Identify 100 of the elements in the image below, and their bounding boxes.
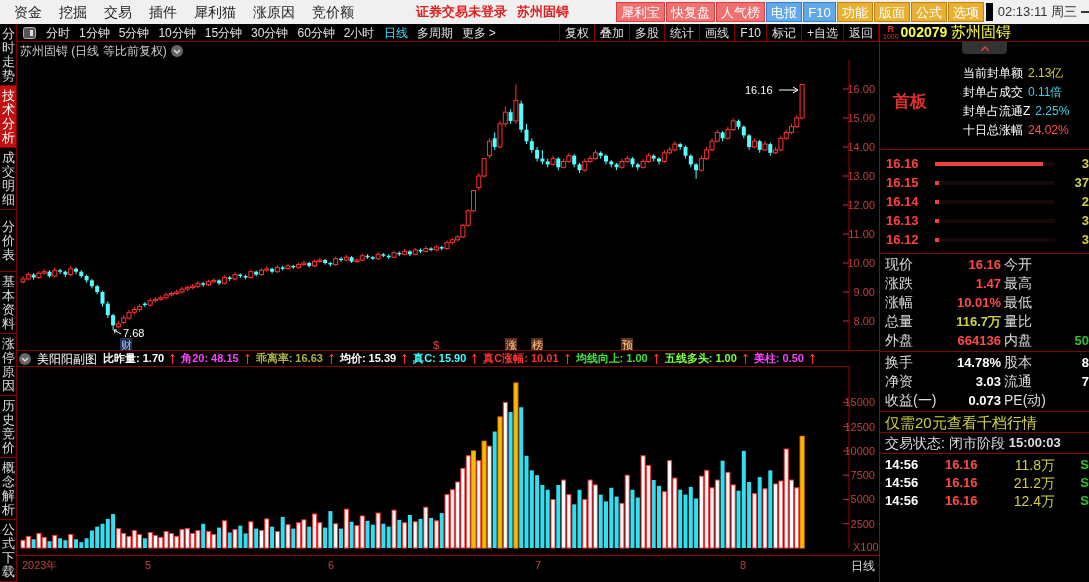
- bid-volume: 3: [1081, 211, 1089, 230]
- quote-label: 股本: [1004, 353, 1032, 372]
- side-tab[interactable]: 基本资料: [0, 272, 16, 334]
- tool-button[interactable]: 统计: [665, 23, 701, 42]
- menu-item[interactable]: 犀利猫: [194, 1, 236, 23]
- axis-label: 10000: [844, 444, 875, 457]
- bid-volume: 3: [1081, 154, 1089, 173]
- axis-label: 8.00: [853, 315, 875, 327]
- menu-item[interactable]: 挖掘: [59, 1, 87, 23]
- stat-label: 当前封单额: [963, 65, 1023, 82]
- trade-price: 16.16: [945, 474, 979, 493]
- event-marker[interactable]: $: [433, 338, 440, 350]
- stat-label: 封单占流通Z: [963, 103, 1031, 120]
- side-tab[interactable]: 分价表: [0, 210, 16, 272]
- quote-value: 16.16: [967, 255, 1001, 274]
- event-marker[interactable]: 榜: [531, 338, 543, 350]
- status-time: 15:00:03: [1008, 434, 1061, 453]
- quote-value: 0.073: [967, 391, 1001, 410]
- period-tab[interactable]: 1分钟: [79, 23, 110, 42]
- stat-value: 2.25%: [1035, 103, 1070, 120]
- bid-volume: 37: [1074, 173, 1089, 192]
- quote-value: 50: [1074, 331, 1089, 350]
- bid-volume: 2: [1081, 192, 1089, 211]
- period-tab[interactable]: 15分钟: [204, 23, 243, 42]
- period-tab[interactable]: 2小时: [343, 23, 375, 42]
- axis-label: 10.00: [847, 257, 875, 269]
- indicator-value: 均价: 15.39: [339, 351, 397, 367]
- menu-item[interactable]: 竞价额: [312, 1, 354, 23]
- tool-button[interactable]: 返回: [844, 23, 879, 42]
- event-marker[interactable]: 财: [120, 338, 132, 350]
- period-tab[interactable]: 多周期: [416, 23, 453, 42]
- tool-button[interactable]: 复权: [560, 23, 596, 42]
- period-tab[interactable]: 60分钟: [297, 23, 335, 42]
- axis-label: 13.00: [847, 170, 875, 182]
- axis-label: 15000: [844, 396, 875, 409]
- indicator-value: 角20: 48.15: [181, 351, 239, 367]
- menu-item[interactable]: 交易: [104, 1, 132, 23]
- axis-label: 14.00: [847, 141, 875, 153]
- axis-label: 5000: [850, 493, 875, 506]
- side-tab[interactable]: 历史竞价: [0, 396, 16, 458]
- period-tab[interactable]: 分时: [46, 23, 70, 42]
- stock-name: 苏州固锝: [951, 22, 1012, 43]
- trade-volume: 21.2万: [1012, 473, 1055, 493]
- indicator-name[interactable]: 美阳阳副图: [37, 349, 97, 368]
- axis-label: 7: [535, 558, 542, 573]
- tool-button[interactable]: 画线: [700, 23, 736, 42]
- menu-item[interactable]: 涨原因: [253, 1, 295, 23]
- notice-text: 证券交易未登录: [416, 3, 507, 22]
- trade-volume: 11.8万: [1013, 455, 1055, 475]
- side-tab[interactable]: 公式下载: [0, 520, 16, 582]
- quote-value: 7: [1081, 372, 1089, 391]
- trade-side: S: [1080, 474, 1089, 493]
- stat-label: 十日总涨幅: [963, 122, 1023, 139]
- tool-button[interactable]: 叠加: [595, 23, 631, 42]
- event-marker[interactable]: 涨: [505, 338, 517, 350]
- trade-time: 14:56: [885, 492, 920, 511]
- tool-button[interactable]: 多股: [630, 23, 666, 42]
- menu-item[interactable]: 插件: [149, 1, 177, 23]
- period-tab[interactable]: 5分钟: [118, 23, 150, 42]
- trade-status: 交易状态: 闭市阶段: [885, 433, 1005, 453]
- period-tab[interactable]: 10分钟: [158, 23, 196, 42]
- quote-value: 664136: [956, 331, 1001, 350]
- stat-value: 0.11倍: [1028, 84, 1063, 101]
- stat-value: 24.02%: [1028, 122, 1069, 139]
- trade-volume: 12.4万: [1012, 491, 1055, 511]
- quote-value: 1.47: [974, 274, 1001, 293]
- side-tab[interactable]: 技术分析: [0, 86, 16, 148]
- period-tab[interactable]: 30分钟: [251, 23, 289, 42]
- side-tab[interactable]: 成交明细: [0, 148, 16, 210]
- quote-label: 内盘: [1004, 331, 1033, 350]
- promo-text[interactable]: 仅需20元查看千档行情: [880, 412, 1089, 433]
- tool-button[interactable]: F10: [735, 23, 767, 42]
- period-tab[interactable]: 日线: [383, 23, 408, 42]
- quote-value: 116.7万: [955, 312, 1001, 331]
- trade-side: S: [1080, 456, 1089, 475]
- side-tab[interactable]: 涨停原因: [0, 334, 16, 396]
- unit-label: X100: [853, 541, 879, 553]
- indicator-value: 比昨量: 1.70: [103, 351, 165, 367]
- side-tab[interactable]: 概念解析: [0, 458, 16, 520]
- tool-button[interactable]: 标记: [767, 23, 802, 42]
- period-tab[interactable]: 更多 >: [461, 23, 496, 42]
- quote-label: 外盘: [885, 331, 914, 350]
- bid-volume: 3: [1081, 230, 1089, 249]
- quote-label: 净资: [885, 372, 914, 391]
- high-price-annotation: 16.16: [745, 84, 799, 96]
- quote-value: 8: [1081, 353, 1089, 372]
- bid-price: 16.14: [885, 192, 920, 211]
- event-marker[interactable]: 预: [621, 338, 633, 350]
- bid-price: 16.15: [885, 173, 920, 192]
- period-label: 日线: [851, 558, 875, 575]
- quote-label: 收益(一): [885, 391, 938, 410]
- bid-price: 16.12: [885, 230, 920, 249]
- quote-label: 涨跌: [885, 274, 914, 293]
- indicator-value: 真C: 15.90: [413, 351, 467, 367]
- trade-price: 16.16: [945, 456, 979, 475]
- axis-label: 12.00: [847, 199, 875, 211]
- tool-button[interactable]: +自选: [802, 23, 844, 42]
- axis-label: 9.00: [853, 286, 875, 298]
- stock-code: 002079: [900, 23, 948, 42]
- menu-item[interactable]: 资金: [14, 1, 42, 23]
